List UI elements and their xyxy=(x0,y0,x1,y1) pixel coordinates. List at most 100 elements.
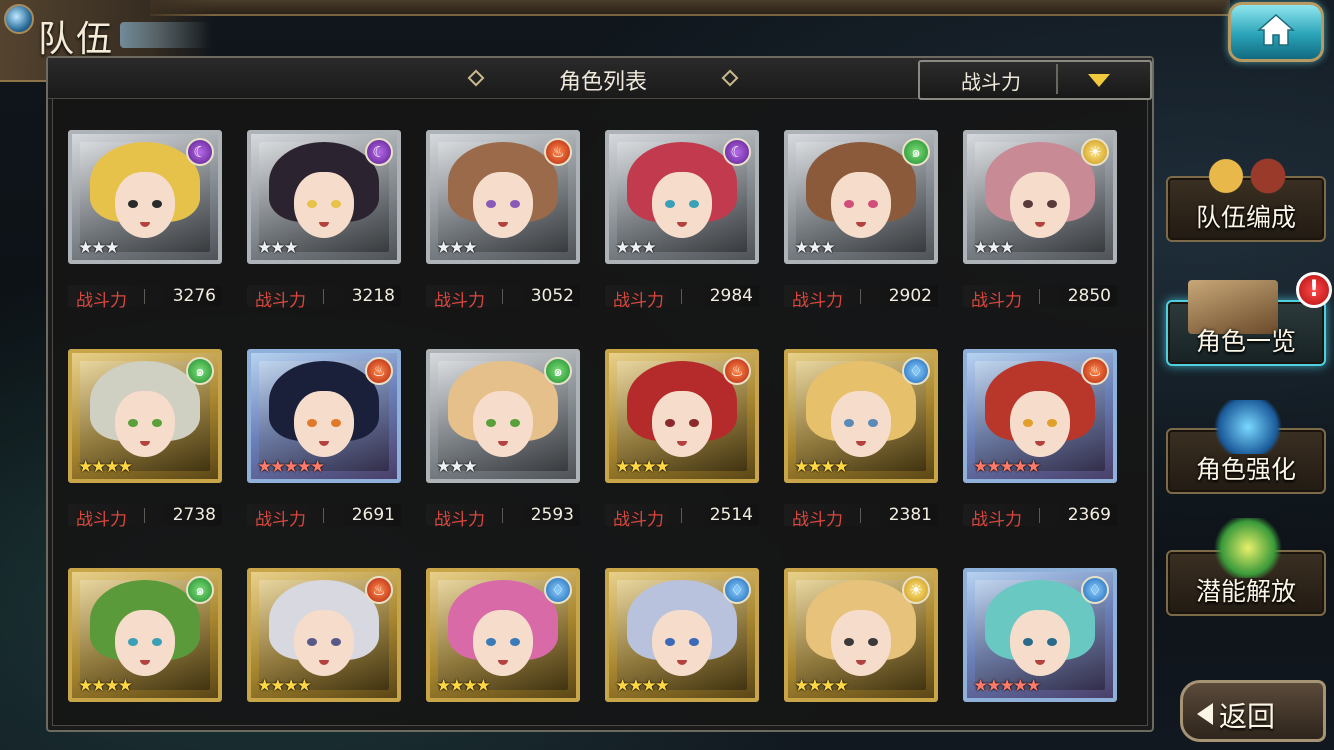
character-card[interactable]: ♨ ★★★★★ xyxy=(247,349,401,483)
star-icon: ★ xyxy=(973,238,988,258)
character-card[interactable]: ♨ ★★★ xyxy=(426,130,580,264)
portrait-eye xyxy=(665,200,675,208)
portrait-eye xyxy=(1047,638,1057,646)
star-icon: ★ xyxy=(999,676,1015,696)
light-element-icon: ☀ xyxy=(902,576,930,604)
panel-title: 角色列表 xyxy=(558,70,647,95)
portrait-eye xyxy=(510,200,520,208)
star-icon: ★ xyxy=(1026,676,1041,696)
star-icon: ★ xyxy=(1026,457,1041,477)
wind-element-icon: ๑ xyxy=(186,357,214,385)
side-menu-char-enhance-button[interactable]: 角色强化 xyxy=(1166,400,1326,494)
diamond-ornament-icon xyxy=(721,69,739,87)
character-card[interactable]: ♢ ★★★★★ xyxy=(963,568,1117,702)
portrait-face xyxy=(115,391,175,457)
chevron-down-icon xyxy=(1088,74,1110,87)
star-icon: ★ xyxy=(296,457,312,477)
combat-power-divider xyxy=(1039,289,1040,304)
star-icon: ★ xyxy=(833,676,849,696)
portrait-eye xyxy=(331,200,341,208)
side-menu-team-edit-button[interactable]: 队伍编成 xyxy=(1166,148,1326,242)
water-element-icon: ♢ xyxy=(1081,576,1109,604)
portrait-eye xyxy=(868,200,878,208)
portrait-eye xyxy=(665,638,675,646)
star-icon: ★ xyxy=(78,457,93,477)
star-icon: ★ xyxy=(117,457,133,477)
fire-element-icon: ♨ xyxy=(365,576,393,604)
portrait-eye xyxy=(152,638,162,646)
star-icon: ★ xyxy=(257,238,272,258)
star-icon: ★ xyxy=(462,676,478,696)
combat-power-label: 战斗力 xyxy=(613,291,664,311)
character-card[interactable]: ☾ ★★★ xyxy=(68,130,222,264)
water-element-icon: ♢ xyxy=(544,576,572,604)
combat-power-value: 2902 xyxy=(888,286,932,306)
combat-power-divider xyxy=(144,508,145,523)
title-wing-decoration xyxy=(120,22,210,48)
star-icon: ★ xyxy=(807,676,822,696)
combat-power-label: 战斗力 xyxy=(76,510,127,530)
fire-element-icon: ♨ xyxy=(723,357,751,385)
star-icon: ★ xyxy=(78,238,93,258)
combat-power-label: 战斗力 xyxy=(434,291,485,311)
star-icon: ★ xyxy=(436,238,451,258)
character-card[interactable]: ♨ ★★★★ xyxy=(605,349,759,483)
character-card[interactable]: ☾ ★★★ xyxy=(247,130,401,264)
portrait-eye xyxy=(844,638,854,646)
star-icon: ★ xyxy=(283,676,299,696)
character-card[interactable]: ♢ ★★★★ xyxy=(605,568,759,702)
sort-dropdown[interactable]: 战斗力 xyxy=(918,60,1152,100)
character-card[interactable]: ♢ ★★★★ xyxy=(426,568,580,702)
portrait-face xyxy=(831,391,891,457)
wind-element-icon: ๑ xyxy=(186,576,214,604)
combat-power-divider xyxy=(681,289,682,304)
combat-power-divider xyxy=(860,289,861,304)
rarity-stars: ★★★★ xyxy=(257,676,312,696)
rarity-stars: ★★★★ xyxy=(794,457,849,477)
combat-power: 战斗力 2381 xyxy=(784,504,938,530)
dark-element-icon: ☾ xyxy=(186,138,214,166)
rarity-stars: ★★★★★ xyxy=(973,457,1041,477)
star-icon: ★ xyxy=(270,238,285,258)
character-card[interactable]: ☀ ★★★ xyxy=(963,130,1117,264)
character-card[interactable]: ♨ ★★★★★ xyxy=(963,349,1117,483)
portrait-eye xyxy=(510,419,520,427)
character-card[interactable]: ♨ ★★★★ xyxy=(247,568,401,702)
star-icon: ★ xyxy=(462,457,478,477)
back-button[interactable]: 返回 xyxy=(1180,680,1326,742)
character-card[interactable]: ☾ ★★★ xyxy=(605,130,759,264)
star-icon: ★ xyxy=(296,676,312,696)
star-icon: ★ xyxy=(628,457,643,477)
combat-power-value: 3276 xyxy=(172,286,216,306)
side-menu-art-icon xyxy=(1196,148,1296,204)
star-icon: ★ xyxy=(986,238,1001,258)
star-icon: ★ xyxy=(641,457,657,477)
rarity-stars: ★★★★★ xyxy=(973,676,1041,696)
side-menu-label: 潜能解放 xyxy=(1195,577,1296,606)
combat-power-value: 2593 xyxy=(530,505,574,525)
star-icon: ★ xyxy=(999,238,1015,258)
portrait-eye xyxy=(1047,200,1057,208)
portrait-face xyxy=(115,172,175,238)
portrait-eye xyxy=(689,419,699,427)
rarity-stars: ★★★ xyxy=(615,238,657,258)
rarity-stars: ★★★ xyxy=(794,238,836,258)
portrait-face xyxy=(473,610,533,676)
character-card[interactable]: ๑ ★★★ xyxy=(784,130,938,264)
character-card[interactable]: ☀ ★★★★ xyxy=(784,568,938,702)
side-menu-potential-button[interactable]: 潜能解放 xyxy=(1166,518,1326,616)
star-icon: ★ xyxy=(283,238,299,258)
portrait-eye xyxy=(1023,419,1033,427)
character-card[interactable]: ๑ ★★★ xyxy=(426,349,580,483)
side-menu-char-list-button[interactable]: 角色一览! xyxy=(1166,272,1332,366)
portrait-eye xyxy=(844,419,854,427)
portrait-eye xyxy=(128,419,138,427)
character-card[interactable]: ๑ ★★★★ xyxy=(68,568,222,702)
character-card[interactable]: ♢ ★★★★ xyxy=(784,349,938,483)
home-button[interactable] xyxy=(1228,2,1324,62)
combat-power-label: 战斗力 xyxy=(792,291,843,311)
star-icon: ★ xyxy=(986,457,1001,477)
star-icon: ★ xyxy=(820,457,836,477)
side-menu-art-icon xyxy=(1210,518,1286,578)
character-card[interactable]: ๑ ★★★★ xyxy=(68,349,222,483)
